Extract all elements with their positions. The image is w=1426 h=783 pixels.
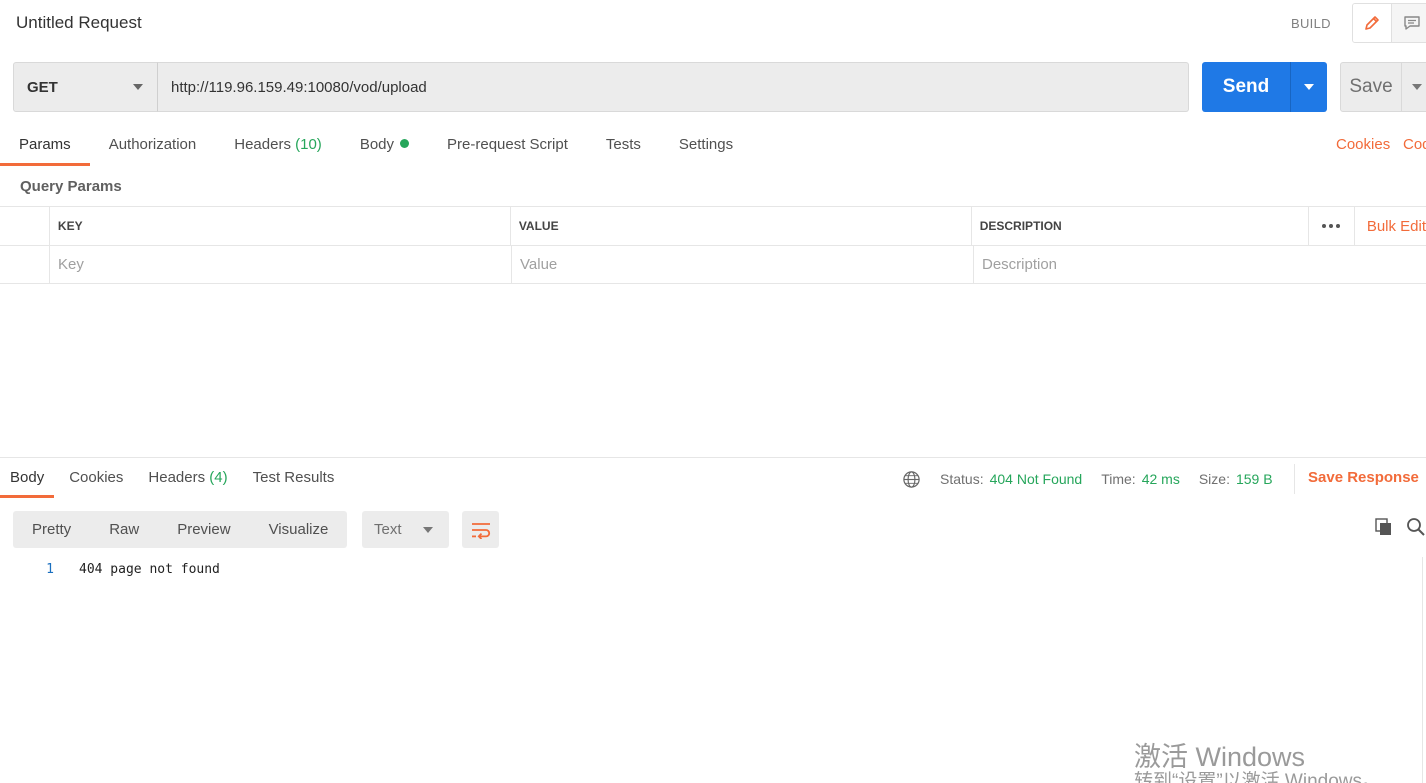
tab-settings[interactable]: Settings (660, 130, 752, 166)
column-header-key: KEY (50, 207, 511, 245)
cookies-link[interactable]: Cookies (1336, 136, 1390, 153)
tab-label: Tests (605, 136, 641, 153)
table-row: Key Value Description (0, 245, 1426, 284)
tab-label: Body (10, 469, 45, 486)
send-label[interactable]: Send (1202, 62, 1290, 112)
search-icon[interactable] (1406, 517, 1426, 537)
more-horizontal-icon (1322, 224, 1341, 228)
tab-label: Params (19, 136, 71, 153)
time-value[interactable]: 42 ms (1142, 471, 1180, 487)
response-headers-count: (4) (209, 469, 228, 486)
tab-label: Headers (148, 469, 210, 486)
method-select[interactable]: GET (13, 62, 158, 112)
chevron-down-icon (1411, 84, 1422, 90)
size-label: Size: (1198, 471, 1230, 487)
pencil-icon (1365, 16, 1379, 30)
comments-button[interactable] (1392, 4, 1426, 42)
view-mode-preview[interactable]: Preview (158, 511, 249, 548)
view-mode-visualize[interactable]: Visualize (250, 511, 348, 548)
response-tabs: Body Cookies Headers (4) Test Results (0, 462, 349, 498)
globe-icon[interactable] (902, 470, 921, 489)
tab-label: Headers (234, 136, 296, 153)
format-value: Text (374, 521, 402, 538)
table-header-row: KEY VALUE DESCRIPTION Bulk Edit (0, 206, 1426, 245)
windows-activation-watermark-subtitle: 转到“设置”以激活 Windows。 (1134, 771, 1382, 783)
send-options-dropdown[interactable] (1290, 62, 1327, 112)
status-label: Status: (940, 471, 984, 487)
view-mode-group: Pretty Raw Preview Visualize (13, 511, 348, 548)
save-options-dropdown[interactable] (1401, 63, 1426, 111)
send-button[interactable]: Send (1202, 62, 1327, 112)
view-mode-raw[interactable]: Raw (90, 511, 158, 548)
params-table: KEY VALUE DESCRIPTION Bulk Edit Key Valu… (0, 206, 1426, 284)
query-params-label: Query Params (20, 178, 122, 195)
wrap-lines-button[interactable] (462, 511, 499, 548)
line-number: 1 (46, 562, 54, 577)
description-placeholder: Description (982, 256, 1058, 273)
save-response-button[interactable]: Save Response (1294, 464, 1419, 494)
key-placeholder: Key (58, 256, 84, 273)
tab-label: Authorization (108, 136, 197, 153)
method-value: GET (27, 78, 58, 96)
edit-mode-button[interactable] (1353, 4, 1393, 42)
comment-icon (1403, 16, 1420, 30)
wrap-lines-icon (471, 522, 490, 539)
url-input[interactable]: http://119.96.159.49:10080/vod/upload (157, 62, 1189, 112)
value-placeholder: Value (520, 256, 558, 273)
response-body-text[interactable]: 404 page not found (79, 562, 220, 577)
row-checkbox-column (0, 207, 50, 245)
save-label[interactable]: Save (1341, 63, 1401, 111)
tab-pre-request-script[interactable]: Pre-request Script (428, 130, 587, 166)
tab-params[interactable]: Params (0, 130, 90, 166)
tab-label: Pre-request Script (447, 136, 568, 153)
tab-response-headers[interactable]: Headers (4) (138, 462, 237, 498)
code-link[interactable]: Code (1403, 136, 1426, 153)
copy-icon[interactable] (1374, 517, 1394, 537)
more-options-button[interactable] (1309, 207, 1355, 245)
mode-toggle (1352, 3, 1426, 43)
bulk-edit-label: Bulk Edit (1366, 217, 1426, 235)
status-value[interactable]: 404 Not Found (990, 471, 1083, 487)
time-label: Time: (1101, 471, 1136, 487)
chevron-down-icon (1304, 84, 1314, 90)
save-button[interactable]: Save (1340, 62, 1426, 112)
size-value[interactable]: 159 B (1236, 471, 1273, 487)
column-header-value: VALUE (511, 207, 972, 245)
tab-response-body[interactable]: Body (0, 462, 55, 498)
key-input[interactable]: Key (50, 246, 512, 283)
response-body-line: 1 404 page not found (0, 562, 220, 577)
tab-tests[interactable]: Tests (587, 130, 660, 166)
build-mode-label: BUILD (1291, 16, 1331, 31)
tab-headers[interactable]: Headers (10) (215, 130, 341, 166)
response-status-bar: Status: 404 Not Found Time: 42 ms Size: … (902, 469, 1273, 489)
chevron-down-icon (133, 84, 143, 90)
request-tabs: Params Authorization Headers (10) Body P… (0, 130, 752, 166)
tab-authorization[interactable]: Authorization (90, 130, 216, 166)
pane-divider[interactable] (0, 457, 1426, 458)
url-value: http://119.96.159.49:10080/vod/upload (171, 78, 427, 96)
value-input[interactable]: Value (512, 246, 974, 283)
tab-label: Body (359, 136, 395, 153)
row-checkbox-cell (0, 246, 50, 283)
tab-test-results[interactable]: Test Results (243, 462, 345, 498)
bulk-edit-link[interactable]: Bulk Edit (1355, 207, 1426, 245)
chevron-down-icon (423, 527, 433, 533)
column-header-description: DESCRIPTION (972, 207, 1309, 245)
format-select[interactable]: Text (362, 511, 449, 548)
tab-label: Test Results (252, 469, 335, 486)
headers-count: (10) (295, 136, 322, 153)
tab-label: Cookies (69, 469, 124, 486)
tab-response-cookies[interactable]: Cookies (59, 462, 133, 498)
description-input[interactable]: Description (974, 246, 1426, 283)
body-indicator-dot (400, 139, 410, 148)
view-mode-pretty[interactable]: Pretty (13, 511, 90, 548)
tab-label: Settings (678, 136, 734, 153)
request-title[interactable]: Untitled Request (16, 13, 142, 33)
editor-scrollbar[interactable] (1422, 557, 1423, 783)
tab-body[interactable]: Body (341, 130, 428, 166)
